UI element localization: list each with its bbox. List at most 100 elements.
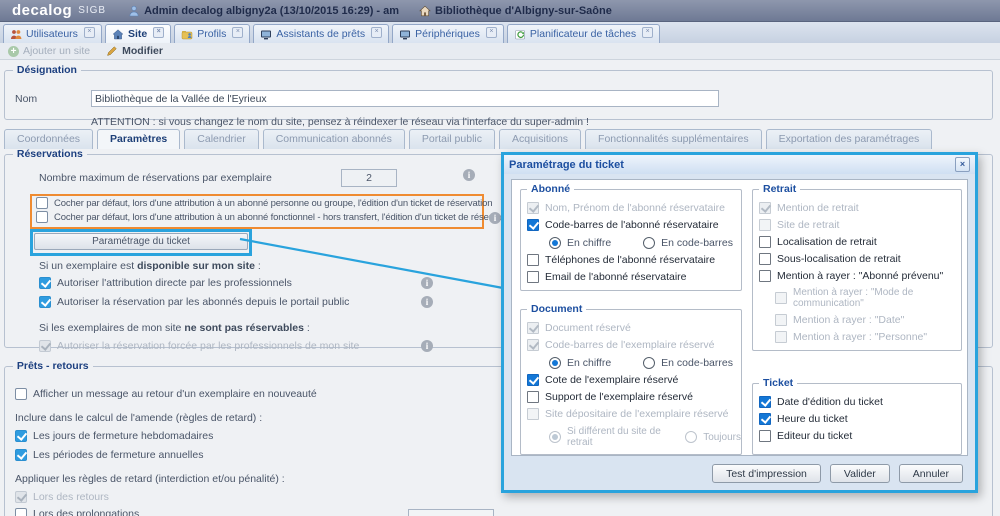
designation-fieldset: Désignation Nom ATTENTION : si vous chan… [4,64,993,120]
abonne-email-row: Email de l'abonné réservataire [527,271,741,283]
site-toolbar: + Ajouter un site Modifier [0,43,1000,60]
decalog-logo: decalog [12,2,72,19]
direct-attribution-checkbox[interactable] [39,277,51,289]
site-retrait-checkbox [759,219,771,231]
abonne-email-checkbox[interactable] [527,271,539,283]
site-name-input[interactable] [91,90,719,107]
return-message-checkbox[interactable] [15,388,27,400]
users-icon [10,29,22,40]
tab-exportation-parametrages[interactable]: Exportation des paramétrages [766,129,933,149]
tab-coordonnees[interactable]: Coordonnées [4,129,93,149]
on-returns-checkbox [15,491,27,503]
app-tab-planificateur[interactable]: Planificateur de tâches × [507,24,660,43]
test-print-button[interactable]: Test d'impression [712,464,821,483]
on-returns-label: Lors des retours [33,491,109,503]
edit-button[interactable]: Modifier [106,45,163,57]
tab-portail-public[interactable]: Portail public [409,129,495,149]
app-tab-utilisateurs[interactable]: Utilisateurs × [3,24,102,43]
pencil-icon [106,45,118,57]
en-code-barres-radio[interactable] [643,237,655,249]
en-chiffre-radio[interactable] [549,237,561,249]
app-tab-profils[interactable]: Profils × [174,24,250,43]
direct-attribution-row: Autoriser l'attribution directe par les … [39,277,292,289]
portal-reservation-checkbox[interactable] [39,296,51,308]
on-extensions-checkbox[interactable] [15,508,27,516]
tab-communication-abonnes[interactable]: Communication abonnés [263,129,405,149]
mention-mode-communication-checkbox [775,292,787,304]
heure-ticket-checkbox[interactable] [759,413,771,425]
info-icon[interactable]: i [421,340,433,352]
info-icon[interactable]: i [421,296,433,308]
partial-input[interactable] [408,509,494,516]
ticket-fieldset: Ticket Date d'édition du ticket Heure du… [752,377,962,455]
annual-closure-checkbox[interactable] [15,449,27,461]
default-ticket-person-checkbox[interactable] [36,197,48,209]
ticket-settings-button[interactable]: Paramétrage du ticket [34,233,248,250]
retard-title: Appliquer les règles de retard (interdic… [15,473,285,485]
dialog-title-bar[interactable]: Paramétrage du ticket × [504,155,975,174]
close-icon[interactable]: × [955,157,970,172]
default-ticket-person-label: Cocher par défaut, lors d'une attributio… [54,198,492,209]
abonne-codebarres-checkbox[interactable] [527,219,539,231]
tab-close-icon[interactable]: × [486,27,497,38]
tab-close-icon[interactable]: × [642,27,653,38]
application-window: decalog SIGB Admin decalog albigny2a (13… [0,0,1000,516]
info-icon[interactable]: i [489,212,501,224]
en-code-barres-radio[interactable] [643,357,655,369]
app-tab-site[interactable]: Site × [105,24,171,43]
abonne-legend: Abonné [527,183,574,195]
app-tab-label: Profils [197,28,226,40]
document-reserve-row: Document réservé [527,322,741,334]
abonne-telephones-checkbox[interactable] [527,254,539,266]
portal-reservation-label: Autoriser la réservation par les abonnés… [57,296,349,308]
document-support-checkbox[interactable] [527,391,539,403]
app-tab-bar: Utilisateurs × Site × Profils × Assistan… [0,22,1000,43]
tab-acquisitions[interactable]: Acquisitions [499,129,581,149]
localisation-retrait-checkbox[interactable] [759,236,771,248]
app-tab-label: Site [128,28,147,40]
abonne-telephones-row: Téléphones de l'abonné réservataire [527,254,741,266]
info-icon[interactable]: i [463,169,475,181]
document-cote-checkbox[interactable] [527,374,539,386]
tab-calendrier[interactable]: Calendrier [184,129,258,149]
document-reserve-checkbox [527,322,539,334]
localisation-retrait-row: Localisation de retrait [759,236,961,248]
weekly-closure-checkbox[interactable] [15,430,27,442]
on-returns-row: Lors des retours [15,491,109,503]
site-retrait-row: Site de retrait [759,219,961,231]
task-scheduler-icon [514,29,526,40]
editeur-ticket-checkbox[interactable] [759,430,771,442]
edit-label: Modifier [122,45,163,57]
tab-close-icon[interactable]: × [84,27,95,38]
validate-button[interactable]: Valider [830,464,890,483]
default-ticket-person-row: Cocher par défaut, lors d'une attributio… [36,197,482,209]
app-tab-peripheriques[interactable]: Périphériques × [392,24,504,43]
tab-close-icon[interactable]: × [232,27,243,38]
sous-localisation-checkbox[interactable] [759,253,771,265]
tab-parametres[interactable]: Paramètres [97,129,180,149]
on-extensions-row: Lors des prolongations [15,508,139,516]
app-tab-assistants-de-prets[interactable]: Assistants de prêts × [253,24,389,43]
cancel-button[interactable]: Annuler [899,464,963,483]
abonne-codebarres-format: En chiffre En code-barres [549,237,741,249]
mention-abonne-prevenu-checkbox[interactable] [759,270,771,282]
portal-reservation-row: Autoriser la réservation par les abonnés… [39,296,349,308]
add-icon: + [8,46,19,57]
document-codebarres-format: En chiffre En code-barres [549,357,741,369]
site-depositaire-options: Si différent du site de retrait Toujours [549,426,741,448]
admin-session-label: Admin decalog albigny2a (13/10/2015 16:2… [144,5,399,17]
default-ticket-functional-checkbox[interactable] [36,211,48,223]
highlight-orange-box: Cocher par défaut, lors d'une attributio… [30,194,484,229]
tab-close-icon[interactable]: × [153,27,164,38]
en-chiffre-radio[interactable] [549,357,561,369]
abonne-fieldset: Abonné Nom, Prénom de l'abonné réservata… [520,183,742,291]
date-edition-checkbox[interactable] [759,396,771,408]
annual-closure-label: Les périodes de fermeture annuelles [33,449,203,461]
reservations-legend: Réservations [13,148,87,160]
tab-fonctionnalites-supplementaires[interactable]: Fonctionnalités supplémentaires [585,129,762,149]
info-icon[interactable]: i [421,277,433,289]
add-site-label: Ajouter un site [23,45,90,57]
max-reservations-input[interactable] [341,169,397,187]
editeur-ticket-row: Editeur du ticket [759,430,961,442]
tab-close-icon[interactable]: × [371,27,382,38]
